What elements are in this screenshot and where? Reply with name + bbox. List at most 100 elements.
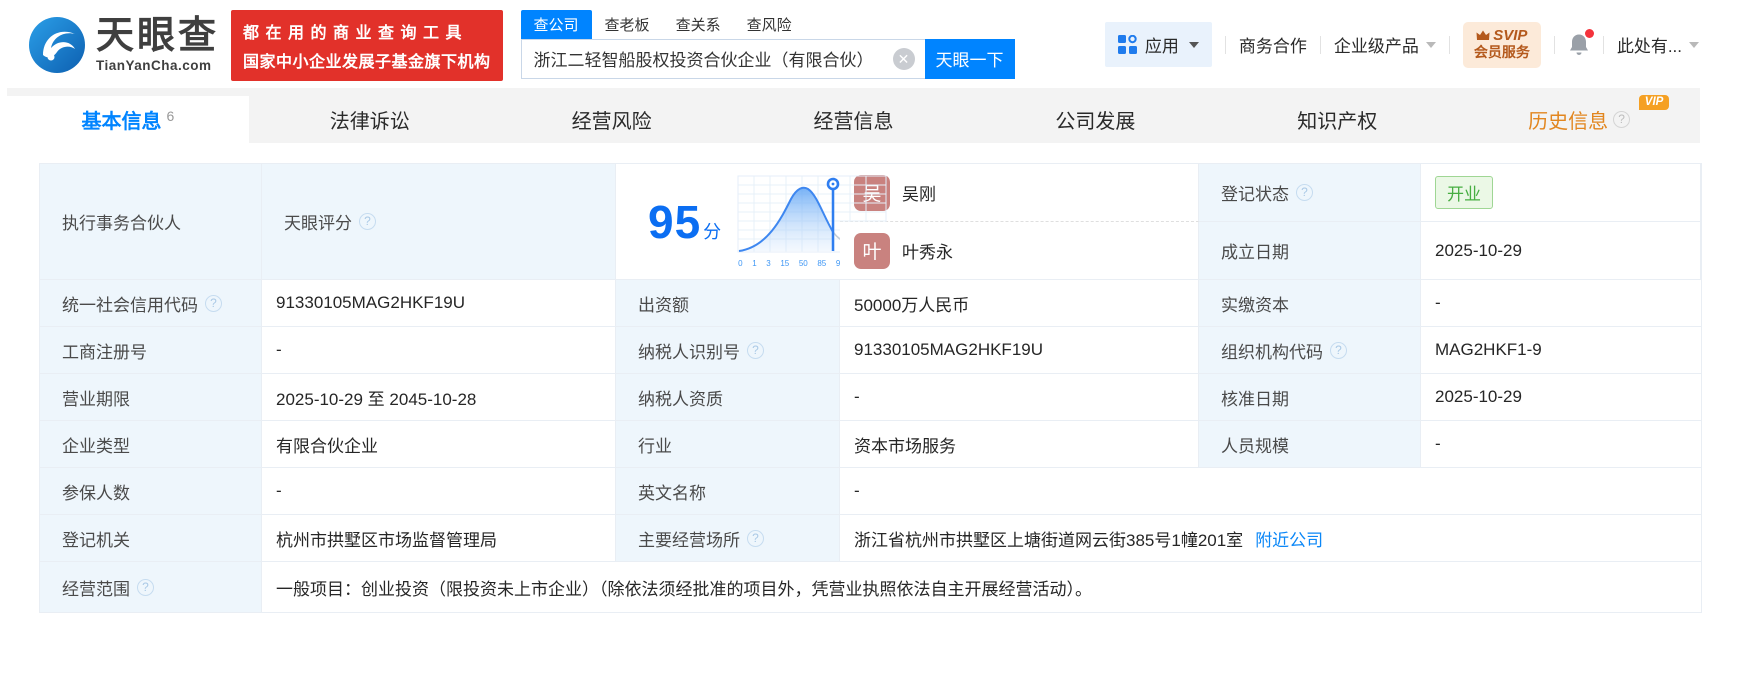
field-label-industry: 行业 [616, 421, 840, 468]
partner-row: 叶 叶秀永 [840, 222, 1199, 280]
field-label-taxpayer-quality: 纳税人资质 [616, 374, 840, 421]
field-value-reg-status: 开业 [1421, 164, 1701, 222]
divider [1553, 35, 1555, 54]
apps-label: 应用 [1144, 37, 1179, 57]
search-tabs: 查公司 查老板 查关系 查风险 [520, 9, 1015, 39]
promo-line-2: 国家中小企业发展子基金旗下机构 [243, 53, 491, 71]
field-value-taxpayer-id: 91330105MAG2HKF19U [840, 327, 1199, 374]
field-value-credit-code: 91330105MAG2HKF19U [262, 280, 616, 327]
field-label-approval-date: 核准日期 [1199, 374, 1421, 421]
label-text: 成立日期 [1221, 243, 1289, 262]
score-unit: 分 [703, 221, 722, 242]
tab-intellectual-property[interactable]: 知识产权 [1216, 96, 1458, 143]
nav-business-coop[interactable]: 商务合作 [1239, 32, 1307, 57]
value-text: - [854, 387, 860, 406]
field-value-english-name: - [840, 468, 1701, 515]
tab-label: 法律诉讼 [329, 111, 410, 133]
tianyancha-logo-icon [29, 17, 85, 73]
search-tab-relation[interactable]: 查关系 [663, 10, 734, 39]
value-text: 2025-10-29 至 2045-10-28 [276, 389, 477, 409]
label-text: 人员规模 [1221, 436, 1289, 456]
help-icon[interactable] [359, 213, 376, 230]
avatar[interactable]: 叶 [854, 232, 890, 269]
field-value-insured-count: - [262, 468, 616, 515]
help-icon[interactable] [747, 529, 764, 547]
value-text: 杭州市拱墅区市场监督管理局 [276, 530, 497, 550]
search-tab-risk[interactable]: 查风险 [734, 10, 805, 39]
logo-title: 天眼查 [96, 15, 220, 58]
search-tab-boss[interactable]: 查老板 [592, 10, 663, 39]
field-value-org-code: MAG2HKF1-9 [1421, 327, 1701, 374]
field-value-capital: 50000万人民币 [840, 280, 1199, 327]
label-text: 出资额 [638, 295, 689, 315]
tab-operating-risk[interactable]: 经营风险 [491, 96, 733, 143]
label-text: 经营范围 [62, 579, 130, 599]
value-text: - [1435, 293, 1441, 312]
help-icon[interactable] [137, 578, 154, 596]
user-menu[interactable]: 此处有... [1617, 32, 1699, 57]
field-label-staff-size: 人员规模 [1199, 421, 1421, 468]
field-value-business-term: 2025-10-29 至 2045-10-28 [262, 374, 616, 421]
label-text: 营业期限 [62, 389, 130, 409]
label-text: 登记机关 [62, 530, 130, 550]
tab-company-development[interactable]: 公司发展 [974, 96, 1216, 143]
notification-dot [1584, 28, 1594, 38]
chevron-down-icon [1188, 41, 1199, 48]
crown-icon [1476, 30, 1490, 41]
help-icon[interactable] [1296, 184, 1313, 201]
divider [1448, 35, 1450, 54]
status-badge: 开业 [1435, 176, 1493, 209]
label-text: 登记状态 [1221, 185, 1289, 204]
field-value-address: 浙江省杭州市拱墅区上塘街道网云街385号1幢201室 附近公司 [840, 515, 1701, 562]
field-label-org-code: 组织机构代码 [1199, 327, 1421, 374]
svip-member-badge[interactable]: SVIP 会员服务 [1462, 22, 1541, 68]
value-text: 资本市场服务 [854, 436, 956, 456]
tab-label: 知识产权 [1297, 111, 1378, 133]
help-icon[interactable] [205, 294, 222, 312]
label-text: 主要经营场所 [638, 530, 740, 550]
partner-name-link[interactable]: 叶秀永 [902, 238, 953, 263]
field-label-capital: 出资额 [616, 280, 840, 327]
field-value-reg-authority: 杭州市拱墅区市场监督管理局 [262, 515, 616, 562]
tab-legal[interactable]: 法律诉讼 [249, 96, 491, 143]
field-label-taxpayer-id: 纳税人识别号 [616, 327, 840, 374]
field-value-industry: 资本市场服务 [840, 421, 1199, 468]
search-button[interactable]: 天眼一下 [924, 38, 1015, 79]
vip-badge: VIP [1638, 95, 1670, 110]
value-text: 有限合伙企业 [276, 436, 378, 456]
tab-basic-info[interactable]: 基本信息 6 [7, 96, 249, 143]
search-tab-company[interactable]: 查公司 [520, 9, 592, 39]
notifications-button[interactable] [1568, 28, 1594, 57]
section-tabbar: 基本信息 6 法律诉讼 经营风险 经营信息 公司发展 知识产权 VIP 历史信息 [7, 88, 1700, 143]
label-text: 英文名称 [638, 483, 706, 503]
divider [1224, 35, 1226, 54]
value-text: 50000万人民币 [854, 295, 970, 315]
partner-name-link[interactable]: 吴刚 [902, 180, 936, 205]
field-label-reg-number: 工商注册号 [40, 327, 262, 374]
value-text: 91330105MAG2HKF19U [276, 293, 466, 312]
help-icon[interactable] [1330, 341, 1347, 359]
apps-menu[interactable]: 应用 [1104, 22, 1212, 68]
company-info-table: 执行事务合伙人 吴 吴刚 登记状态 开业 天眼评分 95 分 [39, 163, 1702, 613]
tab-label: 经营信息 [813, 111, 894, 133]
field-label-reg-status: 登记状态 [1199, 164, 1421, 222]
tab-business-info[interactable]: 经营信息 [733, 96, 975, 143]
clear-search-icon[interactable]: ✕ [892, 47, 915, 70]
help-icon[interactable] [1613, 111, 1631, 128]
label-text: 执行事务合伙人 [62, 214, 181, 233]
tab-label: 经营风险 [571, 111, 652, 133]
nav-enterprise-products[interactable]: 企业级产品 [1334, 32, 1436, 57]
score-value: 95 [648, 195, 702, 248]
value-text: - [1435, 434, 1441, 453]
header-nav: 应用 商务合作 企业级产品 SVIP 会员服务 此处有... [1104, 22, 1699, 68]
label-text: 工商注册号 [62, 342, 147, 362]
tab-history-info[interactable]: VIP 历史信息 [1458, 95, 1700, 143]
field-label-business-term: 营业期限 [40, 374, 262, 421]
help-icon[interactable] [747, 341, 764, 359]
nearby-companies-link[interactable]: 附近公司 [1255, 526, 1323, 551]
tianyancha-logo[interactable]: 天眼查 TianYanCha.com [28, 16, 219, 74]
axis-tick: 50 [798, 259, 808, 268]
tab-label: 公司发展 [1055, 111, 1136, 133]
search-input[interactable] [520, 38, 925, 79]
axis-tick: 15 [780, 259, 790, 268]
